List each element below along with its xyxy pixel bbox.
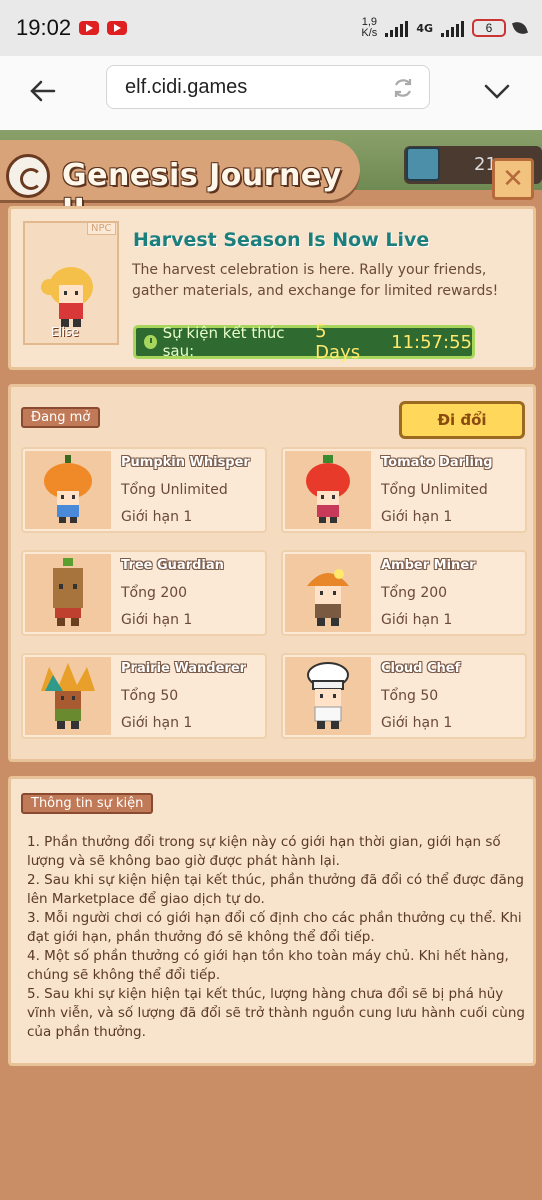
reward-name: Cloud Chef: [381, 661, 461, 676]
url-text: elf.cidi.games: [125, 75, 248, 98]
portrait-frame: [25, 451, 111, 529]
npc-name: Elise: [51, 325, 79, 339]
network-type: 4G: [416, 21, 433, 35]
reward-card[interactable]: Amber Miner Tổng 200 Giới hạn 1: [281, 550, 527, 636]
rule-line: 4. Một số phần thưởng có giới hạn tồn kh…: [27, 948, 509, 983]
reward-name: Tree Guardian: [121, 558, 224, 573]
leaf-icon: [511, 19, 529, 37]
reward-card[interactable]: Prairie Wanderer Tổng 50 Giới hạn 1: [21, 653, 267, 739]
rule-line: 2. Sau khi sự kiện hiện tại kết thúc, ph…: [27, 872, 524, 907]
countdown-time: 11:57:55: [391, 331, 472, 353]
event-description: The harvest celebration is here. Rally y…: [132, 262, 499, 299]
event-info-panel: Thông tin sự kiện 1. Phần thưởng đổi tro…: [8, 776, 536, 1066]
browser-toolbar: elf.cidi.games: [0, 56, 542, 130]
reward-total: Tổng 50: [121, 688, 179, 704]
reward-total: Tổng Unlimited: [381, 482, 488, 498]
countdown-label: Sự kiện kết thúc sau:: [162, 324, 285, 360]
logo-icon: [6, 154, 50, 198]
reward-limit: Giới hạn 1: [381, 509, 453, 525]
info-tag: Thông tin sự kiện: [21, 793, 154, 814]
reward-name: Prairie Wanderer: [121, 661, 247, 676]
reload-icon[interactable]: [391, 76, 415, 100]
reward-card[interactable]: Cloud Chef Tổng 50 Giới hạn 1: [281, 653, 527, 739]
reward-card[interactable]: Tomato Darling Tổng Unlimited Giới hạn 1: [281, 447, 527, 533]
reward-total: Tổng 50: [381, 688, 439, 704]
network-speed: 1,9 K/s: [361, 16, 378, 39]
shop-status-tag: Đang mở: [21, 407, 101, 428]
game-view: 21 Genesis Journey II ✕ NPC Elise Harves…: [0, 130, 542, 1200]
url-field[interactable]: elf.cidi.games: [106, 65, 430, 109]
event-banner: NPC Elise Harvest Season Is Now Live The…: [8, 206, 536, 370]
countdown-days: 5 Days: [315, 321, 361, 363]
tomato-character-icon: [306, 455, 350, 523]
signal-icon: [385, 19, 409, 37]
title-banner: Genesis Journey II: [0, 140, 360, 228]
reward-total: Tổng 200: [121, 585, 188, 601]
reward-total: Tổng 200: [381, 585, 448, 601]
chevron-down-icon[interactable]: [482, 76, 512, 106]
reward-card[interactable]: Tree Guardian Tổng 200 Giới hạn 1: [21, 550, 267, 636]
miner-character-icon: [307, 569, 349, 626]
clock-time: 19:02: [16, 15, 72, 40]
reward-limit: Giới hạn 1: [381, 715, 453, 731]
rule-line: 1. Phần thưởng đổi trong sự kiện này có …: [27, 834, 501, 869]
tree-character-icon: [53, 558, 83, 626]
portrait-frame: [285, 451, 371, 529]
reward-name: Amber Miner: [381, 558, 476, 573]
reward-limit: Giới hạn 1: [121, 509, 193, 525]
reward-card[interactable]: Pumpkin Whisper Tổng Unlimited Giới hạn …: [21, 447, 267, 533]
reward-name: Pumpkin Whisper: [121, 455, 250, 470]
clock-icon: [144, 335, 157, 349]
event-rules: 1. Phần thưởng đổi trong sự kiện này có …: [27, 833, 535, 1042]
reward-total: Tổng Unlimited: [121, 482, 228, 498]
portrait-frame: [285, 554, 371, 632]
event-countdown: Sự kiện kết thúc sau: 5 Days 11:57:55: [133, 321, 475, 363]
pumpkin-character-icon: [44, 455, 92, 523]
rule-line: 5. Sau khi sự kiện hiện tại kết thúc, lư…: [27, 986, 525, 1040]
reward-limit: Giới hạn 1: [121, 612, 193, 628]
npc-character-icon: [41, 267, 93, 327]
npc-tag: NPC: [87, 222, 116, 235]
reward-name: Tomato Darling: [381, 455, 493, 470]
status-bar: 19:02 1,9 K/s 4G 6: [0, 0, 542, 56]
youtube-icon: [107, 21, 128, 35]
back-arrow-icon[interactable]: [28, 76, 58, 106]
event-title: Harvest Season Is Now Live: [133, 229, 430, 251]
youtube-icon: [79, 21, 100, 35]
portrait-frame: [25, 657, 111, 735]
feather-character-icon: [41, 663, 95, 729]
gem-icon: [406, 147, 440, 181]
signal-icon: [441, 19, 464, 37]
reward-limit: Giới hạn 1: [381, 612, 453, 628]
battery-icon: 6: [472, 19, 506, 37]
reward-shop-panel: Đang mở Đi đổi Pumpkin Whisper Tổng Unli…: [8, 384, 536, 762]
exchange-button[interactable]: Đi đổi: [399, 401, 525, 439]
close-button[interactable]: ✕: [492, 158, 534, 200]
chef-character-icon: [307, 662, 349, 729]
reward-limit: Giới hạn 1: [121, 715, 193, 731]
rule-line: 3. Mỗi người chơi có giới hạn đổi cố địn…: [27, 910, 522, 945]
portrait-frame: [25, 554, 111, 632]
portrait-frame: [285, 657, 371, 735]
